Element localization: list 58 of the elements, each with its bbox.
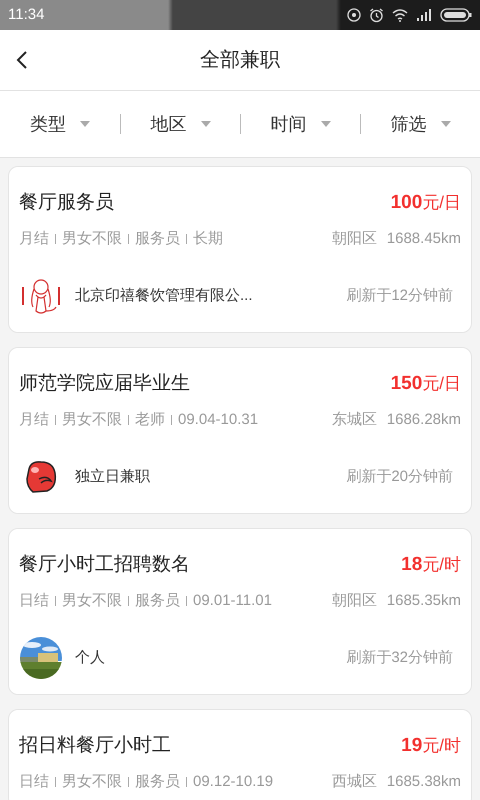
job-tag: 男女不限 — [62, 590, 122, 612]
job-distance: 1688.45km — [386, 228, 461, 248]
job-tag: 月结 — [19, 408, 49, 431]
alarm-icon — [369, 8, 384, 22]
signal-icon — [416, 9, 432, 21]
job-tag: 09.04-10.31 — [178, 408, 258, 431]
page-title: 全部兼职 — [200, 48, 280, 73]
dropdown-caret-icon — [80, 121, 90, 127]
refresh-time: 刷新于32分钟前 — [346, 648, 453, 668]
dropdown-caret-icon — [320, 121, 330, 127]
refresh-time: 刷新于20分钟前 — [346, 466, 453, 487]
job-distance: 1685.38km — [386, 772, 461, 792]
wifi-icon — [392, 8, 408, 22]
job-title: 师范学院应届毕业生 — [19, 372, 190, 396]
job-tag: 男女不限 — [62, 408, 122, 431]
job-tag: 服务员 — [135, 590, 180, 612]
filter-dropdown[interactable]: 筛选 — [361, 110, 480, 138]
job-salary: 18元/时 — [401, 553, 461, 577]
job-district: 西城区 — [332, 772, 377, 792]
hotspot-icon — [347, 8, 361, 22]
job-title: 餐厅服务员 — [19, 191, 114, 215]
job-salary: 100元/日 — [390, 191, 461, 215]
refresh-time: 刷新于12分钟前 — [346, 286, 453, 306]
company-name: 独立日兼职 — [75, 466, 150, 487]
job-title: 招日料餐厅小时工 — [19, 734, 171, 758]
job-salary: 150元/日 — [390, 372, 461, 396]
job-tag: 日结 — [19, 590, 49, 612]
job-distance: 1686.28km — [386, 410, 461, 430]
back-icon — [16, 50, 28, 70]
job-tag: 男女不限 — [62, 770, 122, 793]
job-district: 朝阳区 — [332, 228, 377, 248]
job-card[interactable]: 师范学院应届毕业生 150元/日 月结 男女不限 老师 09.04-10.31 东城区 1686.28km 独立日兼职 刷新于20分钟前 — [8, 347, 472, 514]
battery-icon — [440, 8, 472, 22]
dropdown-caret-icon — [440, 121, 450, 127]
company-name: 北京印禧餐饮管理有限公... — [75, 286, 253, 306]
dropdown-caret-icon — [200, 121, 210, 127]
job-card[interactable]: 餐厅服务员 100元/日 月结 男女不限 服务员 长期 朝阳区 1688.45km 北京印禧餐饮管理有限公... 刷新于12分钟前 — [8, 166, 472, 333]
job-card[interactable]: 招日料餐厅小时工 19元/时 日结 男女不限 服务员 09.12-10.19 西城区 1685.38km — [8, 709, 472, 800]
job-tag: 服务员 — [135, 228, 180, 250]
job-card[interactable]: 餐厅小时工招聘数名 18元/时 日结 男女不限 服务员 09.01-11.01 朝阳区 1685.35km 个人 刷新于32分钟前 — [8, 528, 472, 695]
job-tag: 月结 — [19, 228, 49, 250]
job-district: 东城区 — [332, 410, 377, 430]
job-tag: 09.01-11.01 — [193, 590, 272, 612]
filter-dropdown[interactable]: 地区 — [121, 110, 240, 138]
job-distance: 1685.35km — [386, 590, 461, 610]
job-tag: 老师 — [135, 408, 165, 431]
company-name: 个人 — [75, 648, 105, 668]
job-salary: 19元/时 — [401, 734, 461, 758]
job-tag: 日结 — [19, 770, 49, 793]
job-tag: 长期 — [193, 228, 223, 250]
filter-dropdown[interactable]: 时间 — [241, 110, 360, 138]
job-tag: 09.12-10.19 — [193, 770, 274, 793]
job-district: 朝阳区 — [332, 590, 377, 610]
filter-dropdown[interactable]: 类型 — [0, 110, 120, 138]
job-tag: 服务员 — [135, 770, 180, 793]
job-title: 餐厅小时工招聘数名 — [19, 553, 190, 577]
job-tag: 男女不限 — [62, 228, 122, 250]
status-time: 11:34 — [8, 4, 44, 25]
